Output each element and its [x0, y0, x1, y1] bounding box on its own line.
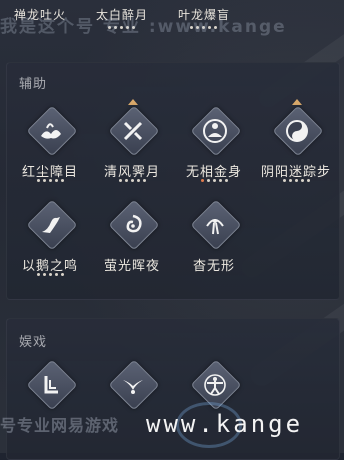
swirl-light-icon	[113, 205, 153, 245]
level-dot	[48, 273, 52, 276]
section-title: 娱戏	[19, 335, 48, 350]
bird-figure-icon	[113, 365, 153, 405]
skill-name: 清风霁月	[103, 165, 160, 180]
level-dot	[42, 273, 46, 276]
skill-level-dots	[13, 273, 87, 276]
spread-arms-figure-icon	[195, 365, 235, 405]
yin-yang-icon	[277, 111, 317, 151]
skill-slot[interactable]: 红尘障目	[13, 105, 87, 189]
level-dot	[42, 179, 46, 182]
meditating-monk-icon	[195, 111, 235, 151]
skill-level-dots	[95, 179, 169, 182]
level-dot	[60, 273, 64, 276]
level-dot	[206, 179, 210, 182]
level-dot	[54, 179, 58, 182]
watermark-text: 我是这个号 专业 :www.kange	[0, 17, 287, 37]
level-dot	[118, 179, 122, 182]
watermark-banner: 号专业网易游戏 www.kange	[0, 402, 344, 448]
section-title: 辅助	[19, 77, 48, 92]
level-dot	[48, 179, 52, 182]
crossed-blades-icon	[113, 111, 153, 151]
skill-slot[interactable]: 杳无形	[177, 199, 251, 283]
level-dot	[224, 179, 228, 182]
skill-slot[interactable]: 阴阳迷踪步	[259, 99, 333, 189]
vanishing-figure-icon	[195, 205, 235, 245]
level-dot	[60, 179, 64, 182]
level-dot	[36, 273, 40, 276]
level-dot	[36, 179, 40, 182]
level-dot	[136, 179, 140, 182]
level-dot	[200, 179, 204, 182]
skill-slot[interactable]: 萤光晖夜	[95, 199, 169, 283]
assist-section-panel: 辅助 红尘障目 清风霁月 无相金身 阴阳迷踪步 以鹅之鸣 萤光晖夜 杳无形	[6, 62, 340, 300]
level-dot	[124, 179, 128, 182]
skill-name: 杳无形	[192, 259, 235, 274]
skill-slot[interactable]: 以鹅之鸣	[13, 199, 87, 283]
watermark-text: 号专业网易游戏	[0, 416, 120, 435]
level-dot	[218, 179, 222, 182]
upgrade-marker-icon	[128, 99, 138, 105]
level-dot	[130, 179, 134, 182]
level-dot	[282, 179, 286, 182]
skill-slot[interactable]: 无相金身	[177, 105, 251, 189]
level-dot	[300, 179, 304, 182]
level-dot	[54, 273, 58, 276]
level-dot	[142, 179, 146, 182]
seated-figure-icon	[31, 365, 71, 405]
skill-slot[interactable]: 清风霁月	[95, 99, 169, 189]
skill-level-dots	[177, 179, 251, 182]
skill-name: 阴阳迷踪步	[260, 165, 331, 180]
skill-name: 红尘障目	[21, 165, 78, 180]
skill-level-dots	[259, 179, 333, 182]
goose-icon	[31, 205, 71, 245]
lotus-flame-icon	[31, 111, 71, 151]
level-dot	[212, 179, 216, 182]
skill-name: 以鹅之鸣	[21, 259, 78, 274]
entertain-section-panel: 娱戏	[6, 318, 340, 460]
level-dot	[306, 179, 310, 182]
upgrade-marker-icon	[292, 99, 302, 105]
level-dot	[294, 179, 298, 182]
watermark-url: www.kange	[146, 410, 304, 438]
level-dot	[288, 179, 292, 182]
skill-level-dots	[13, 179, 87, 182]
skill-name: 无相金身	[185, 165, 242, 180]
skill-name: 萤光晖夜	[103, 259, 160, 274]
